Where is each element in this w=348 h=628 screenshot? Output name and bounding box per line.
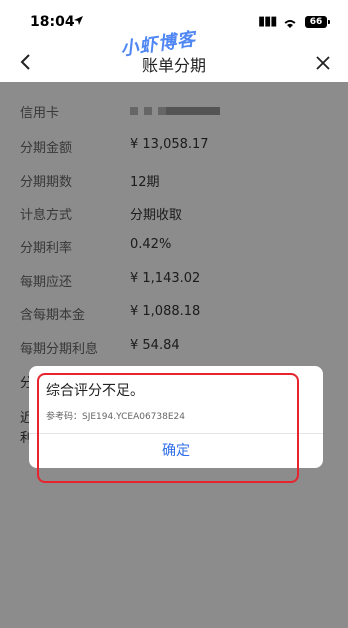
close-icon[interactable] — [312, 50, 334, 74]
location-arrow-icon — [74, 16, 83, 25]
clock: 18:04 — [30, 14, 75, 30]
page-title: 账单分期 — [141, 56, 206, 75]
highlight-annotation-box — [37, 373, 299, 483]
wifi-icon — [284, 20, 296, 28]
modal-overlay — [0, 82, 348, 628]
signal-icon: ▮▮▮ — [258, 14, 277, 29]
battery-icon: 66 — [305, 16, 330, 28]
